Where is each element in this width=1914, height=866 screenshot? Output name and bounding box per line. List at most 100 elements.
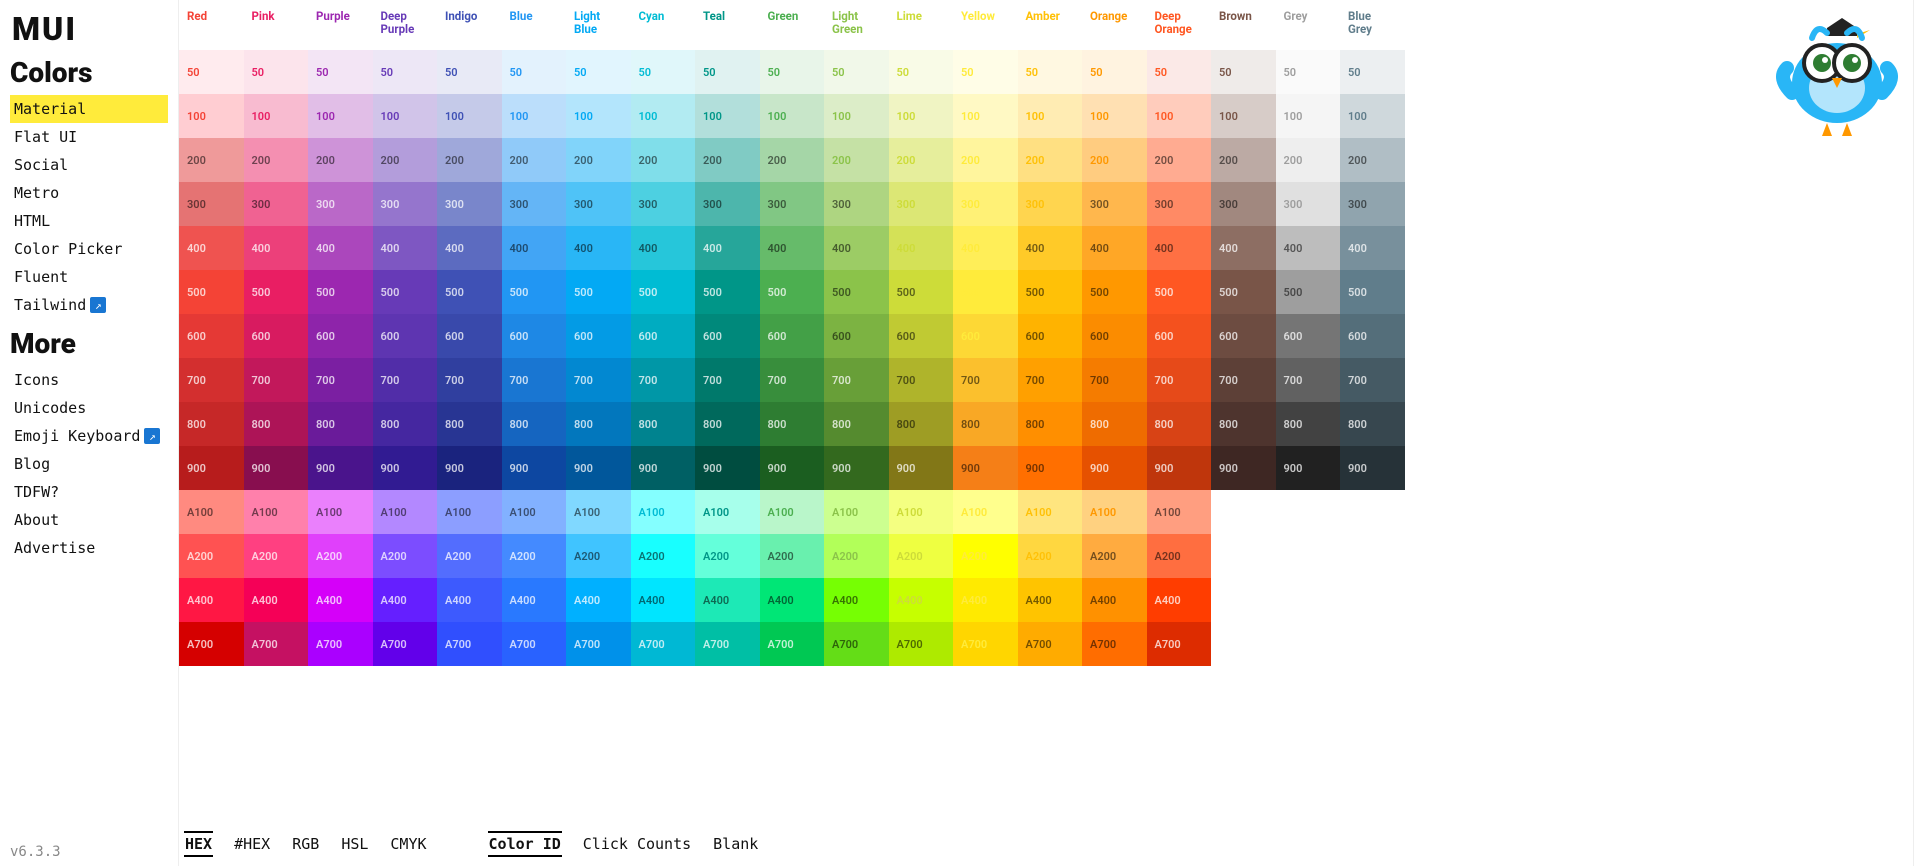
color-swatch[interactable]: 50 xyxy=(760,50,825,94)
color-swatch[interactable]: A100 xyxy=(631,490,696,534)
format-option[interactable]: HEX xyxy=(184,831,213,857)
color-swatch[interactable]: 50 xyxy=(308,50,373,94)
color-swatch[interactable]: 700 xyxy=(566,358,631,402)
color-swatch[interactable]: 50 xyxy=(244,50,309,94)
column-header[interactable]: Teal xyxy=(695,6,760,50)
color-swatch[interactable]: 50 xyxy=(437,50,502,94)
color-swatch[interactable]: A200 xyxy=(566,534,631,578)
color-swatch[interactable]: 700 xyxy=(1018,358,1083,402)
color-swatch[interactable]: 700 xyxy=(824,358,889,402)
color-swatch[interactable]: 300 xyxy=(373,182,438,226)
color-swatch[interactable]: 400 xyxy=(631,226,696,270)
color-swatch[interactable]: 500 xyxy=(244,270,309,314)
column-header[interactable]: Pink xyxy=(244,6,309,50)
color-swatch[interactable]: A400 xyxy=(1082,578,1147,622)
color-swatch[interactable]: 200 xyxy=(889,138,954,182)
color-swatch[interactable]: A400 xyxy=(437,578,502,622)
color-swatch[interactable]: A100 xyxy=(308,490,373,534)
color-swatch[interactable]: 900 xyxy=(824,446,889,490)
color-swatch[interactable]: 100 xyxy=(566,94,631,138)
color-swatch[interactable]: A700 xyxy=(889,622,954,666)
color-swatch[interactable]: A200 xyxy=(889,534,954,578)
color-swatch[interactable]: 50 xyxy=(179,50,244,94)
color-swatch[interactable]: 400 xyxy=(1276,226,1341,270)
column-header[interactable]: Yellow xyxy=(953,6,1018,50)
color-swatch[interactable]: 400 xyxy=(695,226,760,270)
color-swatch[interactable]: 200 xyxy=(179,138,244,182)
color-swatch[interactable]: 600 xyxy=(308,314,373,358)
nav-item-html[interactable]: HTML xyxy=(10,207,168,235)
color-swatch[interactable]: 900 xyxy=(179,446,244,490)
column-header[interactable]: BlueGrey xyxy=(1340,6,1405,50)
color-swatch[interactable]: 300 xyxy=(1147,182,1212,226)
color-swatch[interactable]: A400 xyxy=(179,578,244,622)
color-swatch[interactable]: 600 xyxy=(1082,314,1147,358)
color-swatch[interactable]: 300 xyxy=(760,182,825,226)
color-swatch[interactable]: 700 xyxy=(1340,358,1405,402)
color-swatch[interactable]: 100 xyxy=(824,94,889,138)
color-swatch[interactable]: 500 xyxy=(953,270,1018,314)
color-swatch[interactable]: 500 xyxy=(631,270,696,314)
nav-item-social[interactable]: Social xyxy=(10,151,168,179)
color-swatch[interactable]: A100 xyxy=(502,490,567,534)
nav-item-icons[interactable]: Icons xyxy=(10,366,168,394)
color-swatch[interactable]: A100 xyxy=(1018,490,1083,534)
color-swatch[interactable]: 50 xyxy=(1340,50,1405,94)
color-swatch[interactable]: 700 xyxy=(1276,358,1341,402)
color-swatch[interactable]: 200 xyxy=(1340,138,1405,182)
color-swatch[interactable]: 600 xyxy=(889,314,954,358)
color-swatch[interactable]: A700 xyxy=(695,622,760,666)
color-swatch[interactable]: 800 xyxy=(1211,402,1276,446)
color-swatch[interactable]: A100 xyxy=(566,490,631,534)
color-swatch[interactable]: A200 xyxy=(244,534,309,578)
nav-item-unicodes[interactable]: Unicodes xyxy=(10,394,168,422)
color-swatch[interactable]: 50 xyxy=(1082,50,1147,94)
color-swatch[interactable]: 300 xyxy=(1018,182,1083,226)
color-swatch[interactable]: 700 xyxy=(308,358,373,402)
color-swatch[interactable]: 900 xyxy=(308,446,373,490)
color-swatch[interactable]: 800 xyxy=(695,402,760,446)
color-swatch[interactable]: 50 xyxy=(1211,50,1276,94)
color-swatch[interactable]: 900 xyxy=(1276,446,1341,490)
color-swatch[interactable]: 300 xyxy=(631,182,696,226)
color-swatch[interactable]: A100 xyxy=(244,490,309,534)
color-swatch[interactable]: 100 xyxy=(1211,94,1276,138)
color-swatch[interactable]: A200 xyxy=(824,534,889,578)
color-swatch[interactable]: 700 xyxy=(953,358,1018,402)
color-swatch[interactable]: A100 xyxy=(373,490,438,534)
color-swatch[interactable]: 100 xyxy=(695,94,760,138)
color-swatch[interactable]: A400 xyxy=(824,578,889,622)
format-option[interactable]: HSL xyxy=(340,833,369,855)
color-swatch[interactable]: 500 xyxy=(695,270,760,314)
column-header[interactable]: Brown xyxy=(1211,6,1276,50)
color-swatch[interactable]: 50 xyxy=(889,50,954,94)
color-swatch[interactable]: 400 xyxy=(566,226,631,270)
color-swatch[interactable]: 900 xyxy=(502,446,567,490)
color-swatch[interactable]: 300 xyxy=(1340,182,1405,226)
color-swatch[interactable]: 400 xyxy=(1147,226,1212,270)
color-swatch[interactable]: 100 xyxy=(1147,94,1212,138)
color-swatch[interactable]: 900 xyxy=(1147,446,1212,490)
color-swatch[interactable]: 700 xyxy=(695,358,760,402)
color-swatch[interactable]: 200 xyxy=(308,138,373,182)
color-swatch[interactable]: 800 xyxy=(179,402,244,446)
color-swatch[interactable]: 500 xyxy=(437,270,502,314)
color-swatch[interactable]: 200 xyxy=(244,138,309,182)
color-swatch[interactable]: A700 xyxy=(566,622,631,666)
color-swatch[interactable]: A700 xyxy=(824,622,889,666)
color-swatch[interactable]: 50 xyxy=(566,50,631,94)
color-swatch[interactable]: A700 xyxy=(437,622,502,666)
color-swatch[interactable]: A100 xyxy=(179,490,244,534)
color-swatch[interactable]: 600 xyxy=(631,314,696,358)
color-swatch[interactable]: A700 xyxy=(179,622,244,666)
nav-item-tailwind[interactable]: Tailwind↗ xyxy=(10,291,168,319)
color-swatch[interactable]: 900 xyxy=(1340,446,1405,490)
color-swatch[interactable]: A200 xyxy=(695,534,760,578)
mode-option[interactable]: Click Counts xyxy=(582,833,692,855)
color-swatch[interactable]: A700 xyxy=(953,622,1018,666)
color-swatch[interactable]: 100 xyxy=(179,94,244,138)
color-swatch[interactable]: 600 xyxy=(502,314,567,358)
color-swatch[interactable]: 600 xyxy=(1211,314,1276,358)
color-swatch[interactable]: 400 xyxy=(1082,226,1147,270)
column-header[interactable]: Green xyxy=(760,6,825,50)
